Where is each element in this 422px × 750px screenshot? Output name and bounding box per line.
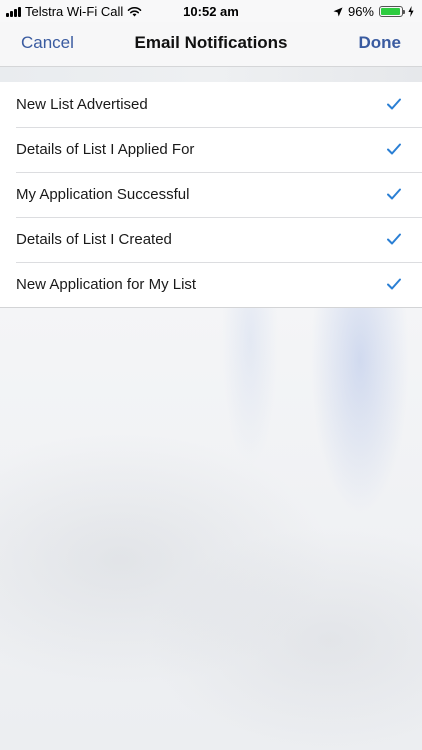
- row-label: My Application Successful: [16, 186, 190, 203]
- battery-icon: [379, 6, 405, 17]
- notification-row-details-applied[interactable]: Details of List I Applied For: [0, 127, 422, 172]
- charging-bolt-icon: [408, 6, 414, 17]
- row-label: Details of List I Created: [16, 231, 172, 248]
- navigation-bar: Cancel Email Notifications Done: [0, 22, 422, 67]
- notification-row-application-successful[interactable]: My Application Successful: [0, 172, 422, 217]
- status-bar: Telstra Wi-Fi Call 10:52 am 96%: [0, 0, 422, 22]
- notification-list: New List Advertised Details of List I Ap…: [0, 82, 422, 308]
- checkmark-icon: [387, 143, 401, 155]
- checkmark-icon: [387, 233, 401, 245]
- battery-percent: 96%: [347, 4, 374, 19]
- notification-row-details-created[interactable]: Details of List I Created: [0, 217, 422, 262]
- checkmark-icon: [387, 188, 401, 200]
- section-spacer: [0, 67, 422, 83]
- checkmark-icon: [387, 278, 401, 290]
- notification-row-new-list-advertised[interactable]: New List Advertised: [0, 82, 422, 127]
- row-label: New List Advertised: [16, 96, 148, 113]
- notification-row-new-application[interactable]: New Application for My List: [0, 262, 422, 307]
- row-label: Details of List I Applied For: [16, 141, 195, 158]
- status-right: 96%: [333, 4, 414, 19]
- location-arrow-icon: [333, 7, 343, 16]
- done-button[interactable]: Done: [359, 33, 402, 53]
- checkmark-icon: [387, 98, 401, 110]
- row-label: New Application for My List: [16, 276, 197, 293]
